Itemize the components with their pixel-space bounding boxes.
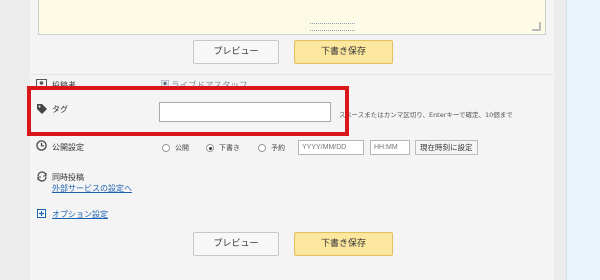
date-input[interactable]	[298, 140, 364, 155]
save-draft-button-bottom[interactable]: 下書き保存	[294, 232, 393, 256]
radio-schedule-label: 予約	[271, 144, 285, 152]
editor-resize-handle[interactable]	[310, 23, 355, 31]
radio-draft[interactable]	[206, 144, 214, 152]
tag-hint: スペースまたはカンマ区切り、Enterキーで確定、10個まで	[339, 111, 513, 119]
sync-label: 同時投稿	[52, 173, 84, 182]
sync-icon	[37, 171, 47, 182]
radio-schedule[interactable]	[258, 144, 266, 152]
radio-draft-label: 下書き	[219, 144, 240, 152]
clock-icon	[36, 140, 47, 151]
right-sidebar	[566, 0, 600, 280]
set-current-time-button[interactable]: 現在時刻に設定	[415, 140, 478, 155]
radio-public-label: 公開	[175, 144, 189, 152]
radio-public[interactable]	[162, 144, 170, 152]
time-input[interactable]	[370, 140, 410, 155]
divider	[30, 74, 554, 75]
preview-button[interactable]: プレビュー	[193, 40, 279, 64]
preview-button-bottom[interactable]: プレビュー	[193, 232, 279, 256]
resize-corner-icon[interactable]	[532, 22, 541, 31]
publish-label: 公開設定	[52, 143, 84, 152]
tag-highlight-box	[27, 86, 349, 136]
expand-icon[interactable]	[37, 209, 46, 218]
post-body-editor[interactable]	[38, 0, 546, 35]
option-settings-link[interactable]: オプション設定	[52, 209, 108, 220]
save-draft-button[interactable]: 下書き保存	[294, 40, 393, 64]
external-services-link[interactable]: 外部サービスの設定へ	[52, 183, 132, 194]
